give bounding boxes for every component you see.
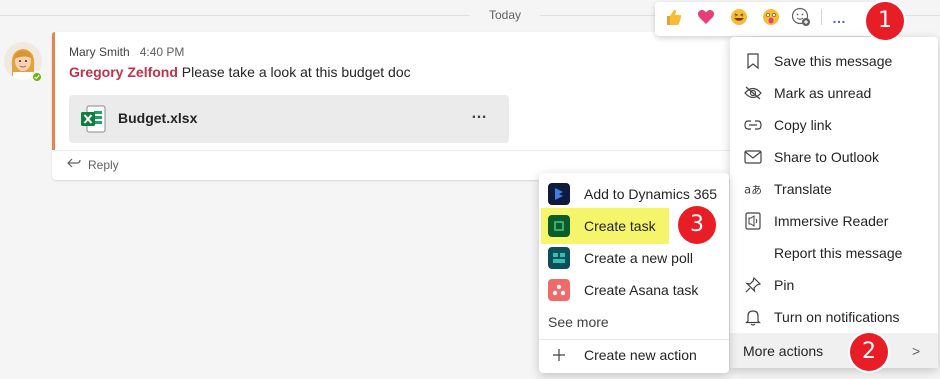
excel-icon <box>80 105 106 133</box>
submenu-item-label: Create a new poll <box>584 250 693 266</box>
bell-icon <box>744 308 762 326</box>
asana-icon <box>548 279 570 301</box>
file-more-options-button[interactable]: … <box>471 105 488 123</box>
menu-item-label: Report this message <box>774 245 903 261</box>
menu-item-label: Immersive Reader <box>774 213 889 229</box>
presence-available-icon <box>31 71 43 83</box>
menu-item-label: Translate <box>774 181 832 197</box>
file-attachment[interactable]: Budget.xlsx … <box>69 95 509 143</box>
like-icon[interactable] <box>664 7 684 27</box>
menu-item-pin[interactable]: Pin <box>730 269 938 301</box>
chevron-right-icon: > <box>912 342 921 359</box>
message-time: 4:40 PM <box>139 45 185 59</box>
svg-text:あ: あ <box>751 184 762 197</box>
pin-icon <box>744 276 762 294</box>
submenu-item-label: Add to Dynamics 365 <box>584 186 718 202</box>
submenu-item-label: Create task <box>584 218 656 234</box>
planner-icon <box>548 215 570 237</box>
mail-icon <box>744 148 762 166</box>
menu-item-label: Save this message <box>774 53 893 69</box>
menu-item-label: Turn on notifications <box>774 309 900 325</box>
immersive-reader-icon <box>744 212 762 230</box>
menu-item-report-message[interactable]: Report this message <box>730 237 938 269</box>
reply-icon <box>66 157 82 172</box>
submenu-item-add-to-dynamics[interactable]: Add to Dynamics 365 <box>539 178 729 210</box>
submenu-item-create-new-action[interactable]: Create new action <box>539 339 729 371</box>
reaction-separator <box>821 9 822 25</box>
reply-divider <box>55 150 752 151</box>
menu-item-copy-link[interactable]: Copy link <box>730 109 938 141</box>
submenu-item-create-asana-task[interactable]: Create Asana task <box>539 274 729 306</box>
mention[interactable]: Gregory Zelfond <box>69 64 178 80</box>
more-options-button[interactable]: … <box>832 10 847 26</box>
step-badge-3: 3 <box>678 206 716 244</box>
submenu-item-label: Create new action <box>584 347 697 363</box>
translate-icon: aあ <box>744 180 762 198</box>
menu-item-immersive-reader[interactable]: Immersive Reader <box>730 205 938 237</box>
menu-item-label: Pin <box>774 277 795 293</box>
heart-icon[interactable] <box>696 7 716 27</box>
file-name: Budget.xlsx <box>118 110 198 126</box>
forms-poll-icon <box>548 247 570 269</box>
see-more-link[interactable]: See more <box>548 314 609 330</box>
message-author: Mary Smith <box>69 45 130 59</box>
bookmark-icon <box>744 52 762 70</box>
reply-label: Reply <box>88 157 119 172</box>
step-badge-1: 1 <box>866 2 904 40</box>
menu-item-label: More actions <box>743 342 824 359</box>
menu-item-label: Copy link <box>774 117 832 133</box>
svg-text:a: a <box>744 183 751 197</box>
menu-item-translate[interactable]: aあ Translate <box>730 173 938 205</box>
reply-button[interactable]: Reply <box>66 157 119 172</box>
date-divider-label: Today <box>470 8 540 22</box>
menu-item-label: Mark as unread <box>774 85 872 101</box>
laugh-icon[interactable] <box>729 7 749 27</box>
add-reaction-icon[interactable] <box>791 7 811 27</box>
plus-icon <box>548 344 570 366</box>
message-body: Gregory Zelfond Please take a look at th… <box>69 64 411 80</box>
unread-icon <box>744 84 762 102</box>
menu-item-save-message[interactable]: Save this message <box>730 45 938 77</box>
menu-item-share-outlook[interactable]: Share to Outlook <box>730 141 938 173</box>
step-badge-2: 2 <box>850 333 888 371</box>
submenu-item-label: Create Asana task <box>584 282 699 298</box>
message-text: Please take a look at this budget doc <box>181 64 411 80</box>
menu-item-turn-on-notifications[interactable]: Turn on notifications <box>730 301 938 333</box>
menu-item-mark-unread[interactable]: Mark as unread <box>730 77 938 109</box>
mention-accent-bar <box>52 32 55 150</box>
link-icon <box>744 116 762 134</box>
submenu-item-create-poll[interactable]: Create a new poll <box>539 242 729 274</box>
message-header: Mary Smith 4:40 PM <box>69 45 184 59</box>
dynamics-365-icon <box>548 183 570 205</box>
surprised-icon[interactable] <box>761 7 781 27</box>
menu-item-label: Share to Outlook <box>774 149 880 165</box>
menu-item-more-actions[interactable]: More actions > <box>730 333 938 368</box>
